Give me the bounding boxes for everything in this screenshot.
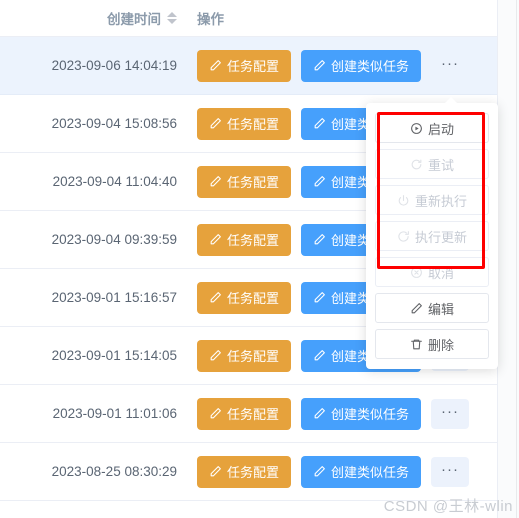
task-config-button[interactable]: 任务配置 [197, 397, 292, 430]
edit-pencil-icon [209, 59, 222, 72]
ellipsis-icon: ··· [441, 54, 460, 72]
column-header-operation: 操作 [185, 8, 224, 28]
dropdown-menu-item[interactable]: 启动 [375, 113, 489, 143]
dropdown-menu-item-label: 重新执行 [414, 193, 467, 209]
create-similar-task-button[interactable]: 创建类似任务 [301, 455, 422, 488]
task-config-button-label: 任务配置 [227, 59, 280, 74]
task-config-button-label: 任务配置 [227, 291, 280, 306]
edit-pencil-icon [209, 233, 222, 246]
dropdown-menu-item: 重试 [375, 149, 489, 179]
task-config-button-label: 任务配置 [227, 175, 280, 190]
cell-create-time: 2023-09-01 15:14:05 [51, 348, 177, 363]
watermark-text: CSDN @王林-wlin [383, 498, 513, 515]
dropdown-menu-item: 执行更新 [375, 221, 489, 251]
edit-pencil-icon [313, 291, 326, 304]
task-config-button[interactable]: 任务配置 [197, 281, 292, 314]
column-header-operation-label: 操作 [197, 12, 224, 27]
cell-operations: 任务配置 创建类似任务 ··· [185, 49, 469, 82]
create-similar-task-button[interactable]: 创建类似任务 [301, 49, 422, 82]
column-header-create-time[interactable]: 创建时间 [0, 8, 185, 28]
edit-pencil-icon [313, 175, 326, 188]
edit-pencil-icon [313, 349, 326, 362]
refresh-circle-icon [397, 230, 410, 243]
task-config-button[interactable]: 任务配置 [197, 455, 292, 488]
task-config-button-label: 任务配置 [227, 407, 280, 422]
dropdown-menu-item: 重新执行 [375, 185, 489, 215]
power-icon [397, 194, 410, 207]
more-actions-button[interactable]: ··· [431, 398, 470, 429]
table-row[interactable]: 2023-08-25 08:30:29 任务配置 创建类似任务 ··· [0, 443, 497, 501]
column-header-create-time-label: 创建时间 [107, 12, 161, 27]
refresh-icon [410, 158, 423, 171]
table-header-row: 创建时间 操作 [0, 0, 497, 37]
table-row[interactable]: 2023-09-06 14:04:19 任务配置 创建类似任务 ··· [0, 37, 497, 95]
edit-pencil-icon [209, 291, 222, 304]
dropdown-menu-item[interactable]: 编辑 [375, 293, 489, 323]
edit-pencil-icon [209, 349, 222, 362]
dropdown-menu-item-label: 取消 [427, 265, 454, 281]
cell-create-time: 2023-08-25 08:30:29 [51, 464, 177, 479]
dropdown-menu-item-label: 重试 [427, 157, 454, 173]
cell-operations: 任务配置 创建类似任务 ··· [185, 455, 470, 488]
ellipsis-icon: ··· [441, 460, 460, 478]
cell-create-time: 2023-09-01 11:01:06 [52, 406, 177, 421]
table-row[interactable]: 2023-09-01 11:01:06 任务配置 创建类似任务 ··· [0, 385, 497, 443]
cell-create-time: 2023-09-04 11:04:40 [52, 174, 177, 189]
edit-pencil-icon [209, 407, 222, 420]
circle-close-icon [410, 266, 423, 279]
more-actions-button[interactable]: ··· [431, 51, 469, 81]
edit-pencil-icon [209, 117, 222, 130]
edit-pencil-icon [313, 233, 326, 246]
dropdown-arrow-icon [444, 97, 458, 104]
create-similar-task-button-label: 创建类似任务 [331, 59, 410, 74]
create-similar-task-button[interactable]: 创建类似任务 [301, 397, 422, 430]
task-config-button[interactable]: 任务配置 [197, 165, 292, 198]
play-circle-icon [410, 122, 423, 135]
more-actions-button[interactable]: ··· [431, 456, 470, 487]
cell-operations: 任务配置 创建类似任务 ··· [185, 397, 470, 430]
cell-create-time: 2023-09-04 15:08:56 [51, 116, 177, 131]
dropdown-menu-item-label: 删除 [427, 337, 454, 353]
trash-icon [410, 338, 423, 351]
task-config-button[interactable]: 任务配置 [197, 223, 292, 256]
dropdown-menu-item-label: 执行更新 [414, 229, 467, 245]
dropdown-menu-item: 取消 [375, 257, 489, 287]
cell-create-time: 2023-09-01 15:16:57 [51, 290, 177, 305]
task-config-button[interactable]: 任务配置 [197, 107, 292, 140]
task-config-button-label: 任务配置 [227, 349, 280, 364]
edit-pencil-icon [209, 465, 222, 478]
task-config-button[interactable]: 任务配置 [197, 49, 292, 82]
edit-pencil-icon [313, 407, 326, 420]
edit-pencil-icon [313, 117, 326, 130]
edit-pencil-icon [313, 465, 326, 478]
dropdown-menu-item-label: 启动 [427, 121, 454, 137]
task-config-button-label: 任务配置 [227, 117, 280, 132]
task-list-screen: 创建时间 操作 2023-09-06 14:04:19 任务配置 创建类似任务 ···… [0, 0, 519, 518]
dropdown-menu-item[interactable]: 删除 [375, 329, 489, 359]
task-config-button-label: 任务配置 [227, 233, 280, 248]
edit-pencil-icon [313, 59, 326, 72]
ellipsis-icon: ··· [441, 402, 460, 420]
page-edge-divider [516, 0, 517, 518]
edit-pencil-icon [410, 302, 423, 315]
task-config-button-label: 任务配置 [227, 465, 280, 480]
create-similar-task-button-label: 创建类似任务 [331, 465, 410, 480]
dropdown-menu-item-label: 编辑 [427, 301, 454, 317]
task-config-button[interactable]: 任务配置 [197, 339, 292, 372]
sort-caret-icon[interactable] [167, 12, 177, 24]
create-similar-task-button-label: 创建类似任务 [331, 407, 410, 422]
cell-create-time: 2023-09-06 14:04:19 [51, 58, 177, 73]
edit-pencil-icon [209, 175, 222, 188]
cell-create-time: 2023-09-04 09:39:59 [51, 232, 177, 247]
row-actions-dropdown-menu: 启动重试重新执行执行更新取消编辑删除 [366, 97, 498, 369]
